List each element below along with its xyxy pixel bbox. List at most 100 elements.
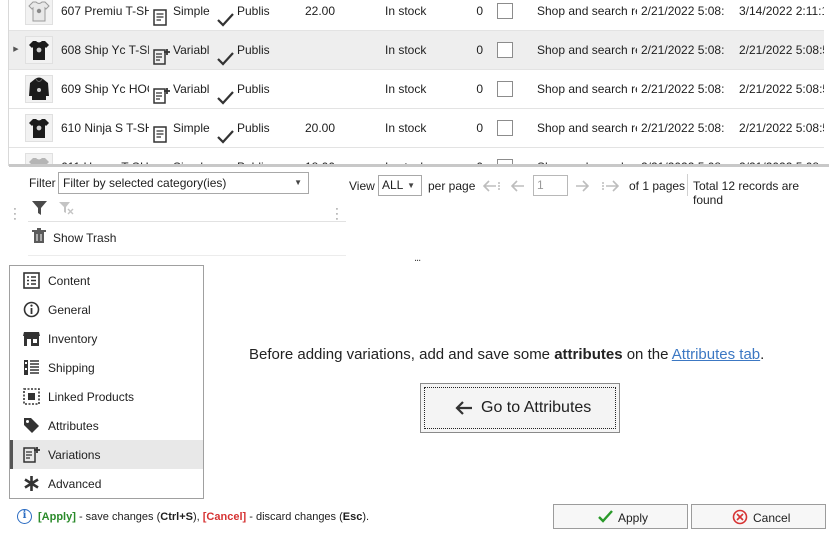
nav-item-attributes[interactable]: Attributes <box>10 411 203 440</box>
price-cell[interactable] <box>305 70 375 108</box>
price-cell[interactable]: 22.00 <box>305 0 375 30</box>
category-filter-select[interactable]: Filter by selected category(ies) ▼ <box>58 172 309 194</box>
filter-label: Filter <box>29 176 56 190</box>
status-cell[interactable]: Publis <box>237 109 297 147</box>
modified-date-cell[interactable]: 2/21/2022 5:08:54 Pl <box>739 31 824 69</box>
category-filter-value: Filter by selected category(ies) <box>63 176 227 190</box>
row-indicator-icon: ▶ <box>13 46 19 53</box>
created-date-cell[interactable]: 2/21/2022 5:08: <box>641 0 735 30</box>
modified-date-cell[interactable]: 2/21/2022 5:08:54 Pl <box>739 70 824 108</box>
row-checkbox-cell[interactable] <box>497 31 515 69</box>
grid-horizontal-scrollbar[interactable] <box>9 164 829 167</box>
hint-key-save: Ctrl+S <box>160 511 193 523</box>
apply-button[interactable]: Apply <box>553 504 688 529</box>
price-cell[interactable]: 20.00 <box>305 109 375 147</box>
variations-icon <box>23 446 40 463</box>
product-name-cell[interactable]: 609 Ship Yc HOO <box>61 70 149 108</box>
quantity-cell[interactable]: 0 <box>469 70 483 108</box>
nav-item-label: Inventory <box>48 332 98 346</box>
product-name-cell[interactable]: 610 Ninja S T-SHI <box>61 109 149 147</box>
stock-status-cell[interactable]: In stock <box>385 70 455 108</box>
visibility-cell[interactable]: Shop and search re <box>537 31 637 69</box>
nav-item-label: Advanced <box>48 477 102 491</box>
toolbar-overflow-icon[interactable]: · · · <box>335 204 339 225</box>
pager-divider <box>687 174 688 196</box>
product-sections-nav: Content General Inventory Shipping Linked Pr… <box>9 265 204 499</box>
table-row[interactable]: 610 Ninja S T-SHI Simple Publis 20.00 In sto… <box>9 109 824 148</box>
product-type-icon <box>153 109 171 147</box>
clear-filter-icon[interactable] <box>58 200 74 216</box>
product-type-cell[interactable]: Simple <box>173 109 213 147</box>
quantity-cell[interactable]: 0 <box>469 0 483 30</box>
visibility-cell[interactable]: Shop and search re <box>537 0 637 30</box>
price-cell[interactable] <box>305 31 375 69</box>
table-row[interactable]: ▶ 608 Ship Yc T-SHI Variabl Publis In stock 0… <box>9 31 824 70</box>
nav-item-inventory[interactable]: Inventory <box>10 324 203 353</box>
stock-status-cell[interactable]: In stock <box>385 109 455 147</box>
created-date-cell[interactable]: 2/21/2022 5:08: <box>641 31 735 69</box>
visibility-cell[interactable]: Shop and search re <box>537 109 637 147</box>
previous-page-icon[interactable] <box>511 179 525 193</box>
row-checkbox-cell[interactable] <box>497 70 515 108</box>
toolbar-grip-icon[interactable]: · · · <box>13 204 17 225</box>
visibility-cell[interactable]: Shop and search re <box>537 70 637 108</box>
first-page-icon[interactable] <box>483 179 501 193</box>
created-date-cell[interactable]: 2/21/2022 5:08: <box>641 70 735 108</box>
quantity-cell[interactable]: 0 <box>469 109 483 147</box>
go-to-attributes-button[interactable]: Go to Attributes <box>420 383 620 433</box>
products-grid: 607 Premiu T-SHI Simple Publis 22.00 In stoc… <box>8 0 824 166</box>
filter-icon[interactable] <box>31 199 48 216</box>
nav-item-linked-products[interactable]: Linked Products <box>10 382 203 411</box>
trash-icon[interactable] <box>31 228 47 244</box>
product-name-cell[interactable]: 607 Premiu T-SHI <box>61 0 149 30</box>
product-thumbnail <box>25 0 53 25</box>
product-type-icon <box>153 70 171 108</box>
row-checkbox[interactable] <box>497 120 513 136</box>
hint-text: ). <box>362 511 370 523</box>
cancel-label: Cancel <box>753 511 791 525</box>
modified-date-cell[interactable]: 2/21/2022 5:08:51 Pl <box>739 109 824 147</box>
product-type-cell[interactable]: Simple <box>173 0 213 30</box>
modified-date-cell[interactable]: 3/14/2022 2:11:14 A <box>739 0 824 30</box>
show-trash-button[interactable]: Show Trash <box>53 231 116 245</box>
table-row[interactable]: 607 Premiu T-SHI Simple Publis 22.00 In stoc… <box>9 0 824 31</box>
product-type-cell[interactable]: Variabl <box>173 31 213 69</box>
row-checkbox[interactable] <box>497 3 513 19</box>
nav-item-label: Shipping <box>48 361 95 375</box>
nav-item-label: Linked Products <box>48 390 135 404</box>
attributes-tab-link[interactable]: Attributes tab <box>672 346 760 363</box>
published-check-icon <box>217 109 235 147</box>
status-cell[interactable]: Publis <box>237 31 297 69</box>
table-row[interactable]: 609 Ship Yc HOO Variabl Publis In stock 0 Sho… <box>9 70 824 109</box>
page-size-select[interactable]: ALL ▼ <box>378 175 422 196</box>
status-cell[interactable]: Publis <box>237 0 297 30</box>
nav-item-variations[interactable]: Variations <box>10 440 203 469</box>
product-name-cell[interactable]: 608 Ship Yc T-SHI <box>61 31 149 69</box>
nav-item-content[interactable]: Content <box>10 266 203 295</box>
next-page-icon[interactable] <box>575 179 589 193</box>
panel-splitter-handle[interactable]: ... <box>414 252 421 264</box>
created-date-cell[interactable]: 2/21/2022 5:08: <box>641 109 735 147</box>
row-checkbox-cell[interactable] <box>497 0 515 30</box>
chevron-down-icon: ▼ <box>407 181 415 190</box>
row-checkbox[interactable] <box>497 42 513 58</box>
stock-status-cell[interactable]: In stock <box>385 0 455 30</box>
nav-item-shipping[interactable]: Shipping <box>10 353 203 382</box>
row-checkbox[interactable] <box>497 81 513 97</box>
page-number-input[interactable]: 1 <box>533 175 568 196</box>
nav-item-general[interactable]: General <box>10 295 203 324</box>
status-cell[interactable]: Publis <box>237 70 297 108</box>
quantity-cell[interactable]: 0 <box>469 31 483 69</box>
nav-item-advanced[interactable]: Advanced <box>10 469 203 498</box>
hint-key-escape: Esc <box>342 511 363 523</box>
nav-item-label: Variations <box>48 448 101 462</box>
last-page-icon[interactable] <box>601 179 619 193</box>
stock-status-cell[interactable]: In stock <box>385 31 455 69</box>
nav-item-label: Attributes <box>48 419 99 433</box>
cancel-button[interactable]: Cancel <box>691 504 826 529</box>
product-type-cell[interactable]: Variabl <box>173 70 213 108</box>
focus-outline: Go to Attributes <box>424 387 616 429</box>
linked-products-icon <box>23 388 40 405</box>
product-thumbnail <box>25 75 53 103</box>
row-checkbox-cell[interactable] <box>497 109 515 147</box>
